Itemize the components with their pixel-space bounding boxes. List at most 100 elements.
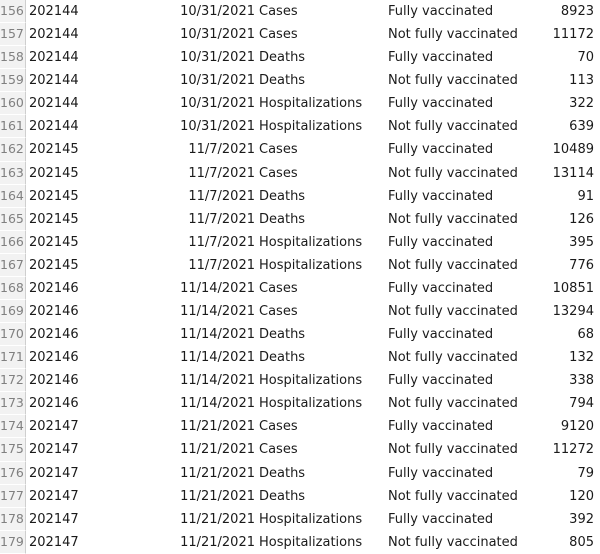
cell-week-ending-date[interactable]: 11/21/2021 [135,485,255,508]
row-header[interactable]: 164 [0,184,26,208]
cell-outcome-metric[interactable]: Hospitalizations [259,508,385,531]
row-header[interactable]: 170 [0,323,26,347]
cell-count-value[interactable]: 13114 [500,162,594,185]
cell-count-value[interactable]: 13294 [500,300,594,323]
table-row[interactable]: 177 202147 11/21/2021 Deaths Not fully vacci… [0,484,600,508]
cell-count-value[interactable]: 68 [500,323,594,346]
cell-count-value[interactable]: 9120 [500,415,594,438]
table-row[interactable]: 169 202146 11/14/2021 Cases Not fully vaccin… [0,300,600,324]
table-row[interactable]: 158 202144 10/31/2021 Deaths Fully vaccinate… [0,46,600,70]
cell-week-ending-date[interactable]: 11/21/2021 [135,415,255,438]
cell-week-ending-date[interactable]: 11/7/2021 [135,162,255,185]
cell-count-value[interactable]: 10851 [500,277,594,300]
cell-outcome-metric[interactable]: Deaths [259,462,385,485]
row-header[interactable]: 175 [0,438,26,462]
table-row[interactable]: 161 202144 10/31/2021 Hospitalizations Not f… [0,115,600,139]
cell-count-value[interactable]: 8923 [500,0,594,23]
cell-count-value[interactable]: 11172 [500,23,594,46]
row-header[interactable]: 165 [0,207,26,231]
row-header[interactable]: 169 [0,300,26,324]
row-header[interactable]: 173 [0,392,26,416]
cell-outcome-metric[interactable]: Hospitalizations [259,115,385,138]
cell-week-ending-date[interactable]: 11/7/2021 [135,185,255,208]
row-header[interactable]: 172 [0,369,26,393]
cell-outcome-metric[interactable]: Hospitalizations [259,92,385,115]
cell-outcome-metric[interactable]: Cases [259,438,385,461]
cell-outcome-metric[interactable]: Hospitalizations [259,254,385,277]
row-header[interactable]: 161 [0,115,26,139]
cell-count-value[interactable]: 11272 [500,438,594,461]
cell-count-value[interactable]: 392 [500,508,594,531]
cell-week-ending-date[interactable]: 11/14/2021 [135,369,255,392]
table-row[interactable]: 167 202145 11/7/2021 Hospitalizations Not fu… [0,253,600,277]
row-header[interactable]: 158 [0,46,26,70]
cell-outcome-metric[interactable]: Deaths [259,208,385,231]
table-row[interactable]: 163 202145 11/7/2021 Cases Not fully vaccina… [0,161,600,185]
table-row[interactable]: 170 202146 11/14/2021 Deaths Fully vaccinate… [0,323,600,347]
cell-outcome-metric[interactable]: Cases [259,300,385,323]
cell-outcome-metric[interactable]: Hospitalizations [259,369,385,392]
cell-count-value[interactable]: 776 [500,254,594,277]
cell-week-ending-date[interactable]: 11/14/2021 [135,323,255,346]
cell-week-ending-date[interactable]: 11/14/2021 [135,346,255,369]
cell-outcome-metric[interactable]: Cases [259,415,385,438]
cell-outcome-metric[interactable]: Cases [259,23,385,46]
cell-outcome-metric[interactable]: Deaths [259,69,385,92]
cell-week-ending-date[interactable]: 11/7/2021 [135,231,255,254]
table-row[interactable]: 179 202147 11/21/2021 Hospitalizations Not f… [0,530,600,554]
cell-outcome-metric[interactable]: Deaths [259,46,385,69]
cell-outcome-metric[interactable]: Cases [259,277,385,300]
row-header[interactable]: 157 [0,23,26,47]
cell-outcome-metric[interactable]: Deaths [259,485,385,508]
table-row[interactable]: 165 202145 11/7/2021 Deaths Not fully vaccin… [0,207,600,231]
cell-count-value[interactable]: 639 [500,115,594,138]
table-row[interactable]: 160 202144 10/31/2021 Hospitalizations Fully… [0,92,600,116]
cell-count-value[interactable]: 805 [500,531,594,554]
cell-outcome-metric[interactable]: Cases [259,138,385,161]
cell-week-ending-date[interactable]: 11/21/2021 [135,462,255,485]
table-row[interactable]: 157 202144 10/31/2021 Cases Not fully vaccin… [0,23,600,47]
table-row[interactable]: 162 202145 11/7/2021 Cases Fully vaccinated 1… [0,138,600,162]
row-header[interactable]: 163 [0,161,26,185]
cell-count-value[interactable]: 338 [500,369,594,392]
spreadsheet-grid[interactable]: 156 202144 10/31/2021 Cases Fully vaccinated… [0,0,600,554]
cell-week-ending-date[interactable]: 10/31/2021 [135,69,255,92]
table-row[interactable]: 174 202147 11/21/2021 Cases Fully vaccinated… [0,415,600,439]
cell-count-value[interactable]: 132 [500,346,594,369]
cell-count-value[interactable]: 70 [500,46,594,69]
cell-count-value[interactable]: 322 [500,92,594,115]
cell-outcome-metric[interactable]: Deaths [259,323,385,346]
table-row[interactable]: 176 202147 11/21/2021 Deaths Fully vaccinate… [0,461,600,485]
cell-week-ending-date[interactable]: 10/31/2021 [135,23,255,46]
row-header[interactable]: 156 [0,0,26,24]
cell-outcome-metric[interactable]: Cases [259,0,385,23]
cell-outcome-metric[interactable]: Deaths [259,185,385,208]
cell-count-value[interactable]: 10489 [500,138,594,161]
cell-count-value[interactable]: 395 [500,231,594,254]
table-row[interactable]: 178 202147 11/21/2021 Hospitalizations Fully… [0,507,600,531]
cell-count-value[interactable]: 120 [500,485,594,508]
cell-week-ending-date[interactable]: 11/21/2021 [135,508,255,531]
row-header[interactable]: 171 [0,346,26,370]
cell-week-ending-date[interactable]: 11/14/2021 [135,277,255,300]
row-header[interactable]: 174 [0,415,26,439]
cell-week-ending-date[interactable]: 10/31/2021 [135,115,255,138]
table-row[interactable]: 172 202146 11/14/2021 Hospitalizations Fully… [0,369,600,393]
cell-week-ending-date[interactable]: 11/21/2021 [135,531,255,554]
cell-week-ending-date[interactable]: 11/7/2021 [135,254,255,277]
cell-week-ending-date[interactable]: 10/31/2021 [135,0,255,23]
table-row[interactable]: 166 202145 11/7/2021 Hospitalizations Fully … [0,230,600,254]
table-row[interactable]: 175 202147 11/21/2021 Cases Not fully vaccin… [0,438,600,462]
row-header[interactable]: 166 [0,230,26,254]
row-header[interactable]: 167 [0,253,26,277]
table-row[interactable]: 159 202144 10/31/2021 Deaths Not fully vacci… [0,69,600,93]
cell-week-ending-date[interactable]: 11/14/2021 [135,392,255,415]
cell-count-value[interactable]: 91 [500,185,594,208]
cell-count-value[interactable]: 79 [500,462,594,485]
cell-week-ending-date[interactable]: 11/7/2021 [135,138,255,161]
cell-week-ending-date[interactable]: 10/31/2021 [135,92,255,115]
table-row[interactable]: 156 202144 10/31/2021 Cases Fully vaccinated… [0,0,600,24]
row-header[interactable]: 179 [0,530,26,554]
cell-outcome-metric[interactable]: Hospitalizations [259,392,385,415]
cell-week-ending-date[interactable]: 10/31/2021 [135,46,255,69]
